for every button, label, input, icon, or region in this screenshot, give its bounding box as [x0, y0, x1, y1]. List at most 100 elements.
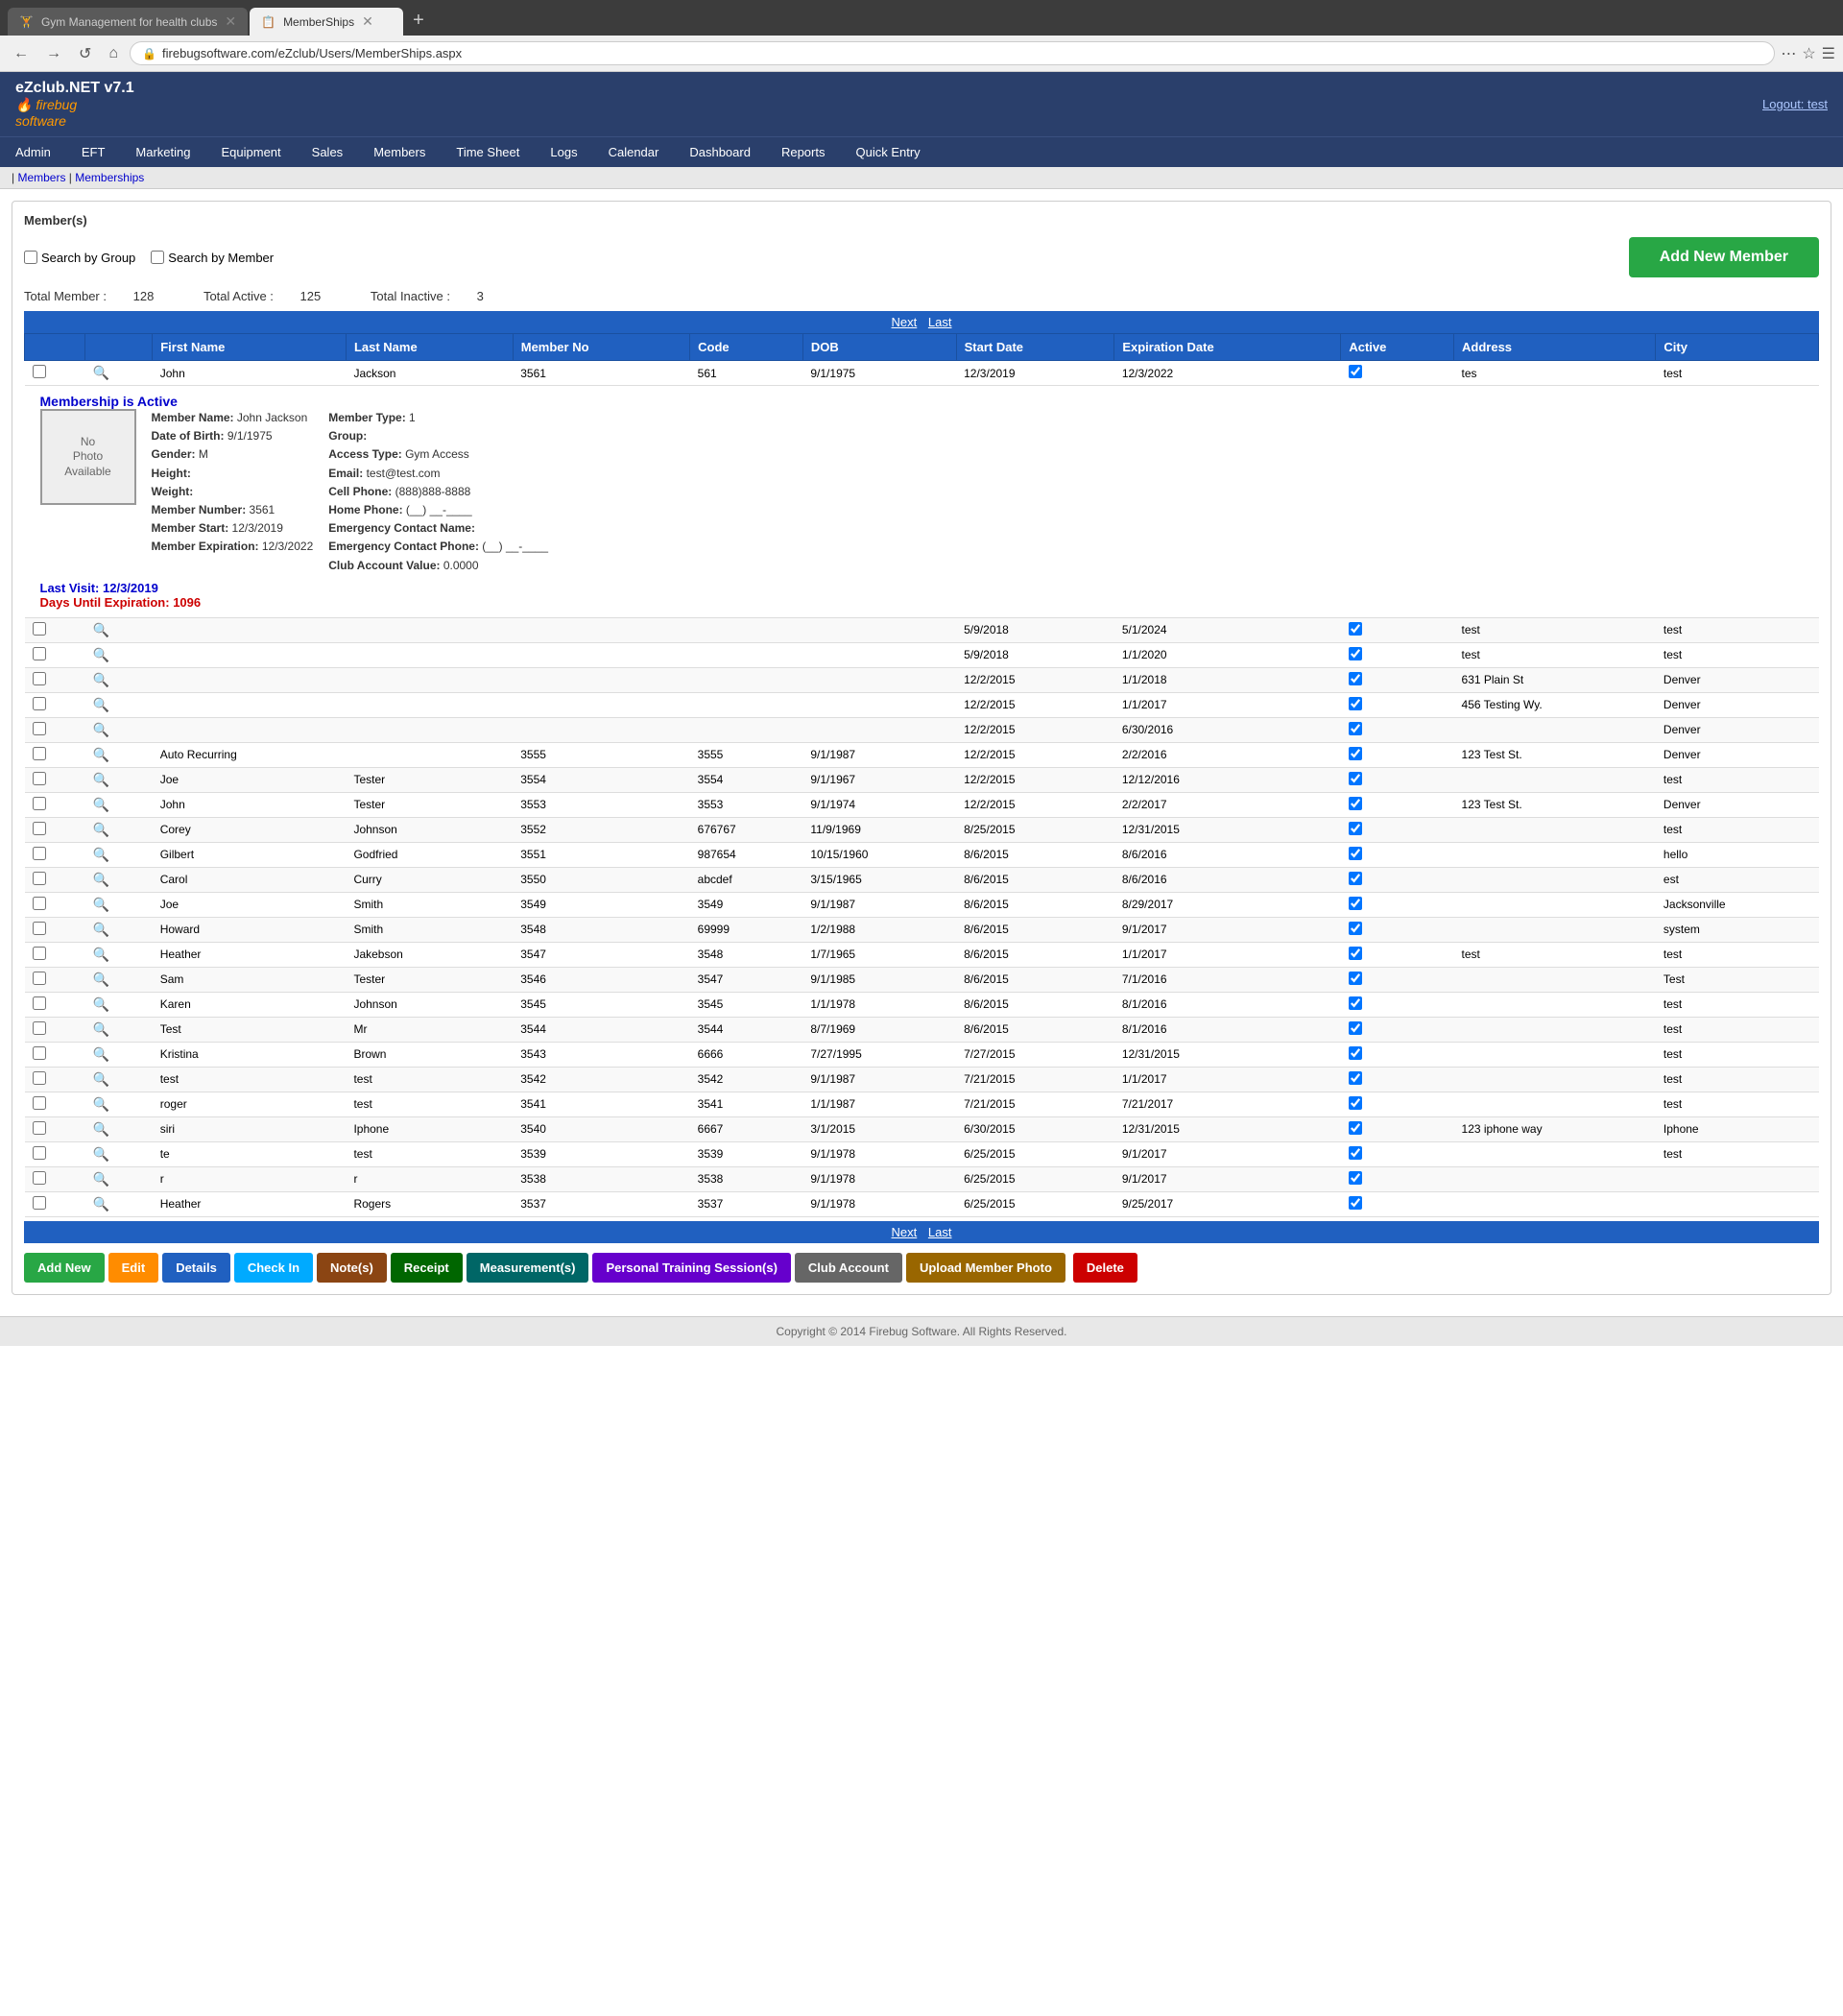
search-member-icon[interactable]: 🔍: [93, 1021, 109, 1037]
active-checkbox[interactable]: [1349, 996, 1362, 1010]
add-new-member-button[interactable]: Add New Member: [1629, 237, 1819, 277]
home-button[interactable]: ⌂: [103, 43, 124, 64]
nav-marketing[interactable]: Marketing: [120, 137, 205, 167]
active-checkbox[interactable]: [1349, 872, 1362, 885]
nav-members[interactable]: Members: [358, 137, 441, 167]
search-member-icon[interactable]: 🔍: [93, 622, 109, 637]
search-member-icon[interactable]: 🔍: [93, 1046, 109, 1062]
nav-reports[interactable]: Reports: [766, 137, 841, 167]
search-member-icon[interactable]: 🔍: [93, 772, 109, 787]
menu-icon[interactable]: ☰: [1822, 44, 1835, 63]
edit-button[interactable]: Edit: [108, 1253, 159, 1283]
row-checkbox[interactable]: [33, 722, 46, 735]
row-checkbox[interactable]: [33, 647, 46, 660]
nav-dashboard[interactable]: Dashboard: [674, 137, 766, 167]
inactive-tab-close[interactable]: ✕: [225, 13, 236, 30]
active-checkbox[interactable]: [1349, 897, 1362, 910]
active-checkbox[interactable]: [1349, 1121, 1362, 1135]
search-member-icon[interactable]: 🔍: [93, 947, 109, 962]
search-member-icon[interactable]: 🔍: [93, 1096, 109, 1112]
notes-button[interactable]: Note(s): [317, 1253, 387, 1283]
row-checkbox[interactable]: [33, 872, 46, 885]
row-checkbox[interactable]: [33, 972, 46, 985]
details-button[interactable]: Details: [162, 1253, 230, 1283]
row-checkbox[interactable]: [33, 847, 46, 860]
nav-admin[interactable]: Admin: [0, 137, 66, 167]
row-checkbox[interactable]: [33, 947, 46, 960]
nav-logs[interactable]: Logs: [535, 137, 592, 167]
search-member-icon[interactable]: 🔍: [93, 722, 109, 737]
search-member-icon[interactable]: 🔍: [93, 1171, 109, 1187]
search-member-checkbox[interactable]: [151, 251, 164, 264]
active-checkbox[interactable]: [1349, 947, 1362, 960]
row-checkbox[interactable]: [33, 622, 46, 636]
checkin-button[interactable]: Check In: [234, 1253, 313, 1283]
bottom-last-link[interactable]: Last: [928, 1225, 952, 1239]
search-group-label[interactable]: Search by Group: [24, 251, 135, 265]
search-member-icon[interactable]: 🔍: [93, 897, 109, 912]
active-checkbox[interactable]: [1349, 672, 1362, 685]
row-checkbox[interactable]: [33, 1171, 46, 1185]
upload-photo-button[interactable]: Upload Member Photo: [906, 1253, 1065, 1283]
inactive-tab[interactable]: 🏋 Gym Management for health clubs ✕: [8, 8, 248, 36]
active-checkbox[interactable]: [1349, 747, 1362, 760]
club-account-button[interactable]: Club Account: [795, 1253, 902, 1283]
nav-eft[interactable]: EFT: [66, 137, 121, 167]
back-button[interactable]: ←: [8, 43, 35, 64]
training-button[interactable]: Personal Training Session(s): [592, 1253, 790, 1283]
active-checkbox[interactable]: [1349, 1096, 1362, 1110]
row-checkbox[interactable]: [33, 996, 46, 1010]
search-member-icon[interactable]: 🔍: [93, 1196, 109, 1212]
search-member-icon[interactable]: 🔍: [93, 996, 109, 1012]
row-checkbox[interactable]: [33, 697, 46, 710]
row-checkbox[interactable]: [33, 822, 46, 835]
top-last-link[interactable]: Last: [928, 315, 952, 329]
active-checkbox[interactable]: [1349, 1146, 1362, 1160]
row-checkbox[interactable]: [33, 1146, 46, 1160]
search-member-icon[interactable]: 🔍: [93, 747, 109, 762]
active-checkbox[interactable]: [1349, 972, 1362, 985]
bottom-next-link[interactable]: Next: [892, 1225, 918, 1239]
search-member-icon[interactable]: 🔍: [93, 647, 109, 662]
row-checkbox[interactable]: [33, 672, 46, 685]
search-member-icon[interactable]: 🔍: [93, 872, 109, 887]
row-checkbox[interactable]: [33, 897, 46, 910]
row-checkbox[interactable]: [33, 1071, 46, 1085]
active-checkbox[interactable]: [1349, 847, 1362, 860]
active-checkbox[interactable]: [1349, 697, 1362, 710]
search-group-checkbox[interactable]: [24, 251, 37, 264]
search-member-icon[interactable]: 🔍: [93, 1146, 109, 1162]
nav-equipment[interactable]: Equipment: [206, 137, 297, 167]
search-member-icon[interactable]: 🔍: [93, 922, 109, 937]
nav-sales[interactable]: Sales: [297, 137, 359, 167]
active-checkbox[interactable]: [1349, 1196, 1362, 1210]
active-checkbox[interactable]: [1349, 822, 1362, 835]
add-button[interactable]: Add New: [24, 1253, 105, 1283]
measurements-button[interactable]: Measurement(s): [467, 1253, 589, 1283]
active-checkbox[interactable]: [1349, 1021, 1362, 1035]
forward-button[interactable]: →: [40, 43, 67, 64]
active-tab[interactable]: 📋 MemberShips ✕: [250, 8, 403, 36]
row-checkbox[interactable]: [33, 1046, 46, 1060]
logout-link[interactable]: Logout: test: [1762, 97, 1828, 111]
address-bar[interactable]: 🔒 firebugsoftware.com/eZclub/Users/Membe…: [130, 41, 1775, 65]
row-checkbox[interactable]: [33, 922, 46, 935]
top-next-link[interactable]: Next: [892, 315, 918, 329]
active-checkbox[interactable]: [1349, 647, 1362, 660]
row-checkbox[interactable]: [33, 365, 46, 378]
search-member-icon[interactable]: 🔍: [93, 797, 109, 812]
active-checkbox[interactable]: [1349, 1071, 1362, 1085]
search-member-icon[interactable]: 🔍: [93, 1121, 109, 1137]
search-member-icon[interactable]: 🔍: [93, 697, 109, 712]
nav-timesheet[interactable]: Time Sheet: [441, 137, 535, 167]
search-member-icon[interactable]: 🔍: [93, 972, 109, 987]
row-checkbox[interactable]: [33, 1196, 46, 1210]
row-checkbox[interactable]: [33, 1096, 46, 1110]
row-checkbox[interactable]: [33, 1021, 46, 1035]
row-checkbox[interactable]: [33, 1121, 46, 1135]
search-member-icon[interactable]: 🔍: [93, 822, 109, 837]
active-checkbox[interactable]: [1349, 722, 1362, 735]
active-checkbox[interactable]: [1349, 365, 1362, 378]
active-tab-close[interactable]: ✕: [362, 13, 373, 30]
active-checkbox[interactable]: [1349, 622, 1362, 636]
